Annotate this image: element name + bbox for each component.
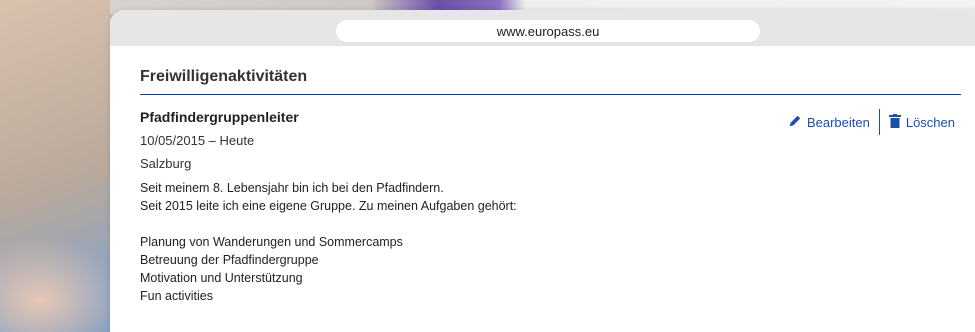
volunteer-entry: Bearbeiten Löschen Pfadfindergruppenleit… [140, 109, 961, 305]
address-url: www.europass.eu [496, 23, 600, 39]
edit-button[interactable]: Bearbeiten [788, 114, 870, 131]
delete-button[interactable]: Löschen [888, 113, 955, 131]
entry-description: Seit meinem 8. Lebensjahr bin ich bei de… [140, 179, 961, 305]
delete-label: Löschen [905, 114, 955, 130]
browser-toolbar: www.europass.eu [110, 10, 975, 46]
actions-divider [878, 109, 880, 135]
section-title: Freiwilligenaktivitäten [140, 68, 961, 95]
description-line: Seit meinem 8. Lebensjahr bin ich bei de… [140, 181, 444, 195]
pencil-icon [788, 114, 802, 131]
edit-label: Bearbeiten [806, 114, 870, 130]
entry-date: 10/05/2015 – Heute [140, 133, 255, 148]
description-line: Betreuung der Pfadfindergruppe [140, 253, 319, 267]
description-line: Motivation und Unterstützung [140, 271, 303, 285]
entry-place: Salzburg [140, 156, 192, 171]
main-content: Freiwilligenaktivitäten Bearbeiten Lösch… [140, 68, 961, 305]
trash-icon [888, 113, 901, 131]
description-line: Fun activities [140, 289, 213, 303]
address-bar[interactable]: www.europass.eu [336, 20, 760, 42]
entry-actions: Bearbeiten Löschen [788, 109, 955, 135]
browser-window: www.europass.eu Freiwilligenaktivitäten … [110, 10, 975, 332]
description-line: Seit 2015 leite ich eine eigene Gruppe. … [140, 199, 517, 213]
description-line: Planung von Wanderungen und Sommercamps [140, 235, 403, 249]
